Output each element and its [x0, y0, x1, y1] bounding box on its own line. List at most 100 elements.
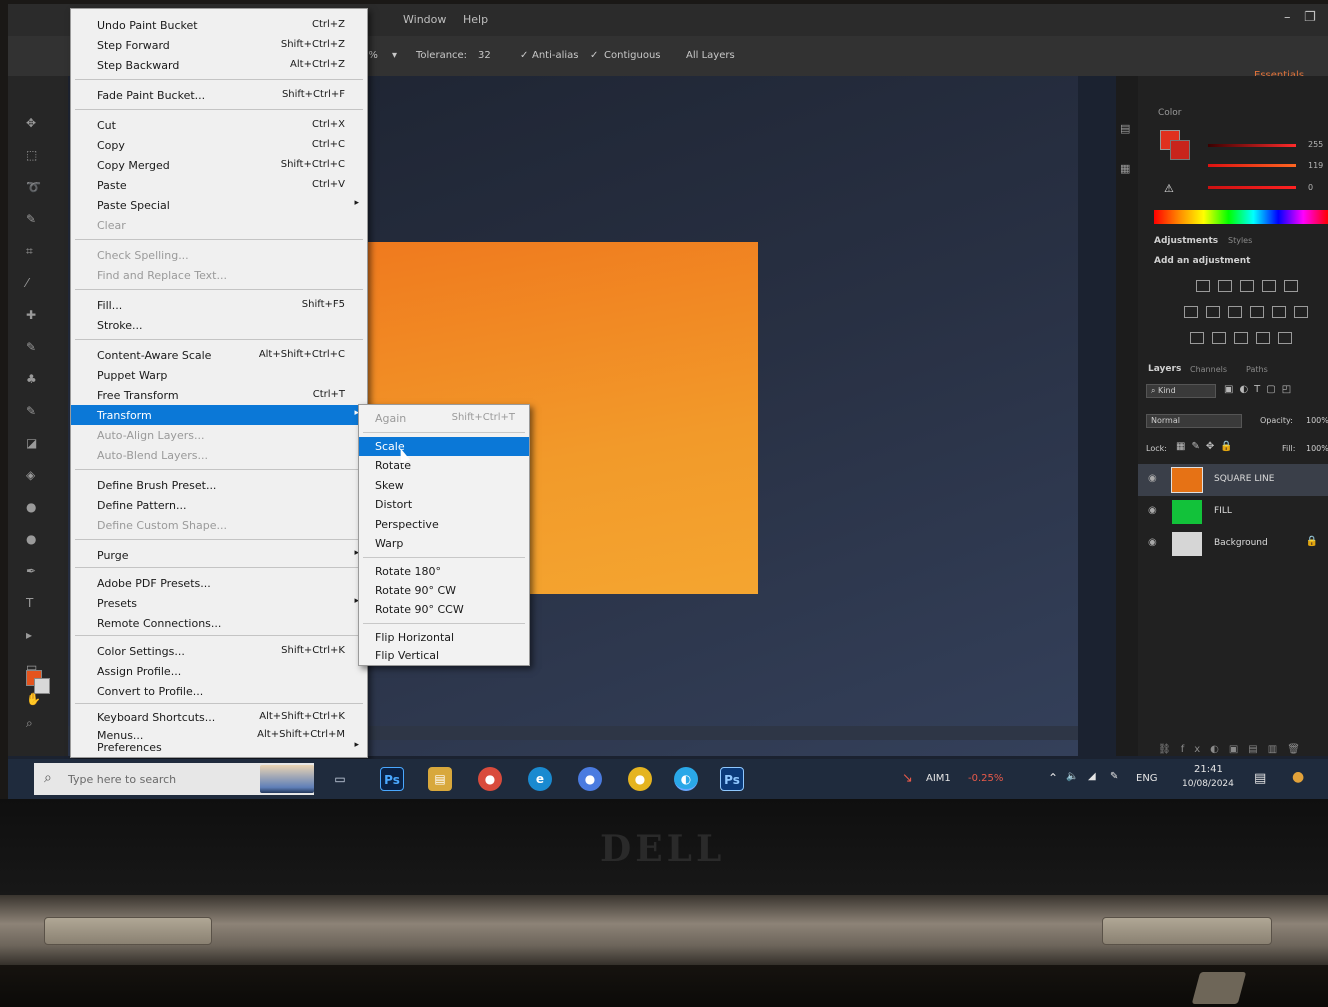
- menu-item-copy[interactable]: Copy Ctrl+C: [71, 135, 367, 155]
- brightness-contrast-icon[interactable]: [1196, 280, 1210, 292]
- submenu-item-rotate-180[interactable]: Rotate 180°: [359, 562, 529, 581]
- menu-help[interactable]: Help: [463, 13, 488, 26]
- color-panel-background[interactable]: [1170, 140, 1190, 160]
- threshold-icon[interactable]: [1234, 332, 1248, 344]
- submenu-item-scale[interactable]: Scale: [359, 437, 529, 456]
- menu-item-auto-align[interactable]: Auto-Align Layers...: [71, 425, 367, 445]
- submenu-item-rotate[interactable]: Rotate: [359, 456, 529, 475]
- menu-item-convert-profile[interactable]: Convert to Profile...: [71, 681, 367, 701]
- submenu-item-distort[interactable]: Distort: [359, 495, 529, 514]
- menu-item-define-shape[interactable]: Define Custom Shape...: [71, 515, 367, 535]
- menu-item-paste[interactable]: Paste Ctrl+V: [71, 175, 367, 195]
- properties-panel-icon[interactable]: ▦: [1120, 162, 1130, 175]
- show-hidden-icons-icon[interactable]: ⌃: [1048, 771, 1058, 785]
- styles-tab[interactable]: Styles: [1228, 236, 1252, 245]
- paint-bucket-tool-icon[interactable]: ◈: [26, 468, 40, 482]
- menu-item-keyboard-shortcuts[interactable]: Keyboard Shortcuts... Alt+Shift+Ctrl+K: [71, 707, 367, 727]
- menu-item-define-brush[interactable]: Define Brush Preset...: [71, 475, 367, 495]
- pen-icon[interactable]: ✎: [1110, 771, 1118, 782]
- visibility-eye-icon[interactable]: ◉: [1148, 473, 1157, 484]
- menu-item-paste-special[interactable]: Paste Special ▸: [71, 195, 367, 215]
- eyedropper-tool-icon[interactable]: ⁄: [26, 276, 40, 290]
- layer-row-background[interactable]: ◉ Background 🔒: [1138, 528, 1328, 560]
- menu-item-fade[interactable]: Fade Paint Bucket... Shift+Ctrl+F: [71, 85, 367, 105]
- chrome-icon[interactable]: ●: [478, 767, 502, 791]
- submenu-item-flip-vertical[interactable]: Flip Vertical: [359, 646, 529, 665]
- anti-alias-check-icon[interactable]: ✓: [520, 50, 528, 61]
- menu-item-copy-merged[interactable]: Copy Merged Shift+Ctrl+C: [71, 155, 367, 175]
- menu-item-undo[interactable]: Undo Paint Bucket Ctrl+Z: [71, 15, 367, 35]
- color-lookup-icon[interactable]: [1294, 306, 1308, 318]
- hand-tool-icon[interactable]: ✋: [26, 692, 41, 706]
- brush-tool-icon[interactable]: ✎: [26, 340, 40, 354]
- menu-item-fill[interactable]: Fill... Shift+F5: [71, 295, 367, 315]
- background-color-swatch[interactable]: [34, 678, 50, 694]
- restore-icon[interactable]: ❐: [1304, 10, 1316, 25]
- menu-item-free-transform[interactable]: Free Transform Ctrl+T: [71, 385, 367, 405]
- color-spectrum[interactable]: [1154, 210, 1328, 224]
- path-select-tool-icon[interactable]: ▸: [26, 628, 40, 642]
- anti-alias-checkbox[interactable]: Anti-alias: [532, 50, 579, 61]
- menu-item-content-aware-scale[interactable]: Content-Aware Scale Alt+Shift+Ctrl+C: [71, 345, 367, 365]
- edge-icon[interactable]: e: [528, 767, 552, 791]
- dodge-tool-icon[interactable]: ●: [26, 532, 40, 546]
- layer-row-fill[interactable]: ◉ FILL: [1138, 496, 1328, 528]
- zoom-tool-icon[interactable]: ⌕: [26, 716, 40, 730]
- submenu-item-skew[interactable]: Skew: [359, 476, 529, 495]
- layers-tab[interactable]: Layers: [1148, 364, 1181, 374]
- quick-select-tool-icon[interactable]: ✎: [26, 212, 40, 226]
- crop-tool-icon[interactable]: ⌗: [26, 244, 40, 258]
- exposure-icon[interactable]: [1262, 280, 1276, 292]
- color-panel-title[interactable]: Color: [1158, 108, 1182, 118]
- menu-item-preferences[interactable]: Preferences ▸: [71, 739, 367, 757]
- menu-item-clear[interactable]: Clear: [71, 215, 367, 235]
- color-balance-icon[interactable]: [1206, 306, 1220, 318]
- history-brush-tool-icon[interactable]: ✎: [26, 404, 40, 418]
- levels-icon[interactable]: [1218, 280, 1232, 292]
- stock-chart-icon[interactable]: ↘: [902, 771, 913, 786]
- green-slider[interactable]: [1208, 164, 1296, 167]
- app-blue-icon[interactable]: ◐: [674, 767, 698, 791]
- submenu-item-rotate-90-ccw[interactable]: Rotate 90° CCW: [359, 600, 529, 619]
- pen-tool-icon[interactable]: ✒: [26, 564, 40, 578]
- visibility-eye-icon[interactable]: ◉: [1148, 537, 1157, 548]
- vibrance-icon[interactable]: [1284, 280, 1298, 292]
- taskbar-search[interactable]: ⌕ Type here to search: [34, 763, 314, 795]
- all-layers-checkbox[interactable]: All Layers: [686, 50, 735, 61]
- menu-item-transform[interactable]: Transform ▸: [71, 405, 367, 425]
- photoshop-active-icon[interactable]: Ps: [720, 767, 744, 791]
- language-indicator[interactable]: ENG: [1136, 773, 1158, 784]
- hue-saturation-icon[interactable]: [1184, 306, 1198, 318]
- task-view-icon[interactable]: ▭: [328, 767, 352, 791]
- layer-kind-filter[interactable]: ⌕ Kind: [1146, 384, 1216, 398]
- curves-icon[interactable]: [1240, 280, 1254, 292]
- chrome-alt-icon[interactable]: ●: [628, 767, 652, 791]
- menu-item-puppet-warp[interactable]: Puppet Warp: [71, 365, 367, 385]
- menu-item-pdf-presets[interactable]: Adobe PDF Presets...: [71, 573, 367, 593]
- weather-icon[interactable]: ●: [1292, 769, 1304, 785]
- stock-ticker[interactable]: AIM1: [926, 773, 951, 784]
- paths-tab[interactable]: Paths: [1246, 365, 1268, 374]
- network-icon[interactable]: ◢: [1088, 771, 1096, 782]
- photos-icon[interactable]: ●: [578, 767, 602, 791]
- submenu-item-rotate-90-cw[interactable]: Rotate 90° CW: [359, 581, 529, 600]
- notifications-icon[interactable]: ▤: [1254, 771, 1266, 786]
- adjustments-panel-title[interactable]: Adjustments: [1154, 236, 1218, 246]
- black-white-icon[interactable]: [1228, 306, 1242, 318]
- submenu-item-warp[interactable]: Warp: [359, 534, 529, 553]
- opacity-dropdown-icon[interactable]: ▾: [392, 50, 397, 61]
- fill-value[interactable]: 100%: [1306, 444, 1328, 453]
- selective-color-icon[interactable]: [1278, 332, 1292, 344]
- move-tool-icon[interactable]: ✥: [26, 116, 40, 130]
- type-tool-icon[interactable]: T: [26, 596, 40, 610]
- contiguous-checkbox[interactable]: Contiguous: [604, 50, 661, 61]
- gradient-map-icon[interactable]: [1256, 332, 1270, 344]
- submenu-item-again[interactable]: Again Shift+Ctrl+T: [359, 409, 529, 428]
- blend-mode-select[interactable]: Normal: [1146, 414, 1242, 428]
- menu-window[interactable]: Window: [403, 13, 446, 26]
- menu-item-auto-blend[interactable]: Auto-Blend Layers...: [71, 445, 367, 465]
- submenu-item-perspective[interactable]: Perspective: [359, 515, 529, 534]
- menu-item-step-backward[interactable]: Step Backward Alt+Ctrl+Z: [71, 55, 367, 75]
- layer-lock-icon[interactable]: 🔒: [1306, 536, 1318, 547]
- lasso-tool-icon[interactable]: ➰: [26, 180, 41, 194]
